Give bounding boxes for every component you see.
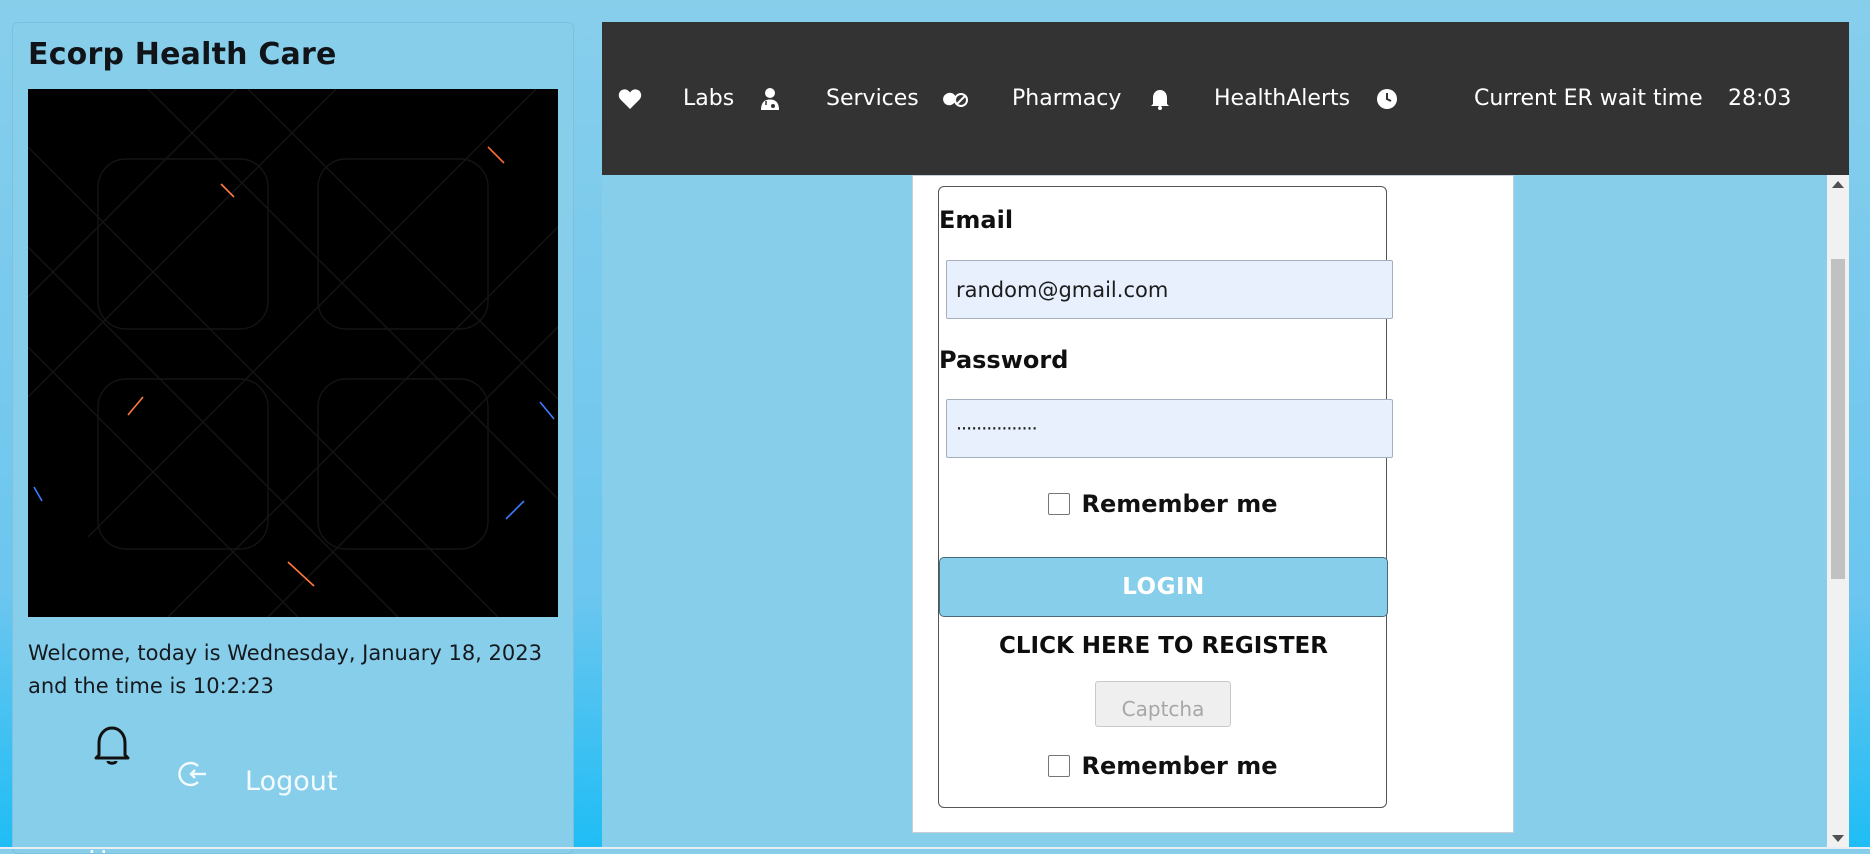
- pills-icon[interactable]: [942, 22, 968, 175]
- logout-link[interactable]: Logout: [245, 766, 337, 797]
- nav-health-alerts[interactable]: HealthAlerts: [1214, 22, 1350, 175]
- remember-me-checkbox-2[interactable]: [1047, 755, 1070, 777]
- email-label: Email: [939, 206, 1014, 234]
- heart-icon[interactable]: [618, 22, 642, 175]
- password-field[interactable]: [946, 399, 1393, 458]
- bell-icon[interactable]: [1150, 22, 1170, 175]
- vertical-scrollbar[interactable]: [1827, 175, 1849, 849]
- login-button[interactable]: LOGIN: [939, 557, 1388, 617]
- decorative-grid-graphic: [28, 89, 558, 617]
- top-navbar: Labs Services Pharmacy HealthAlerts Curr…: [602, 22, 1849, 175]
- login-form: Email Password Remember me LOGIN CLICK H…: [938, 186, 1393, 808]
- nav-pharmacy[interactable]: Pharmacy: [1012, 22, 1121, 175]
- remember-me-row: Remember me: [939, 490, 1386, 518]
- scrollbar-thumb[interactable]: [1831, 259, 1845, 579]
- remember-me-row-2: Remember me: [939, 752, 1386, 780]
- remember-me-label: Remember me: [1081, 490, 1278, 518]
- nav-labs[interactable]: Labs: [683, 22, 734, 175]
- brand-title: Ecorp Health Care: [28, 37, 337, 72]
- logout-icon[interactable]: [178, 758, 210, 790]
- scroll-down-arrow-icon[interactable]: [1832, 835, 1844, 842]
- email-field[interactable]: [946, 260, 1393, 319]
- bell-icon[interactable]: [91, 723, 133, 769]
- doctor-icon[interactable]: [760, 22, 780, 175]
- register-link[interactable]: CLICK HERE TO REGISTER: [939, 633, 1388, 659]
- login-card: Email Password Remember me LOGIN CLICK H…: [912, 175, 1514, 833]
- sidebar: Ecorp Health Care Welcome, today is Wedn…: [12, 22, 574, 854]
- password-label: Password: [939, 346, 1069, 374]
- main-frame: Labs Services Pharmacy HealthAlerts Curr…: [602, 22, 1849, 849]
- nav-er-wait-label: Current ER wait time: [1474, 86, 1703, 111]
- animated-background-canvas: [28, 89, 558, 617]
- nav-services[interactable]: Services: [826, 22, 919, 175]
- welcome-message: Welcome, today is Wednesday, January 18,…: [28, 641, 542, 698]
- remember-me-label-2: Remember me: [1081, 752, 1278, 780]
- scroll-up-arrow-icon[interactable]: [1832, 181, 1844, 188]
- captcha-button[interactable]: Captcha: [1095, 681, 1231, 727]
- remember-me-checkbox[interactable]: [1047, 493, 1070, 515]
- clock-icon[interactable]: [1376, 22, 1398, 175]
- er-wait-time: 28:03: [1728, 86, 1792, 111]
